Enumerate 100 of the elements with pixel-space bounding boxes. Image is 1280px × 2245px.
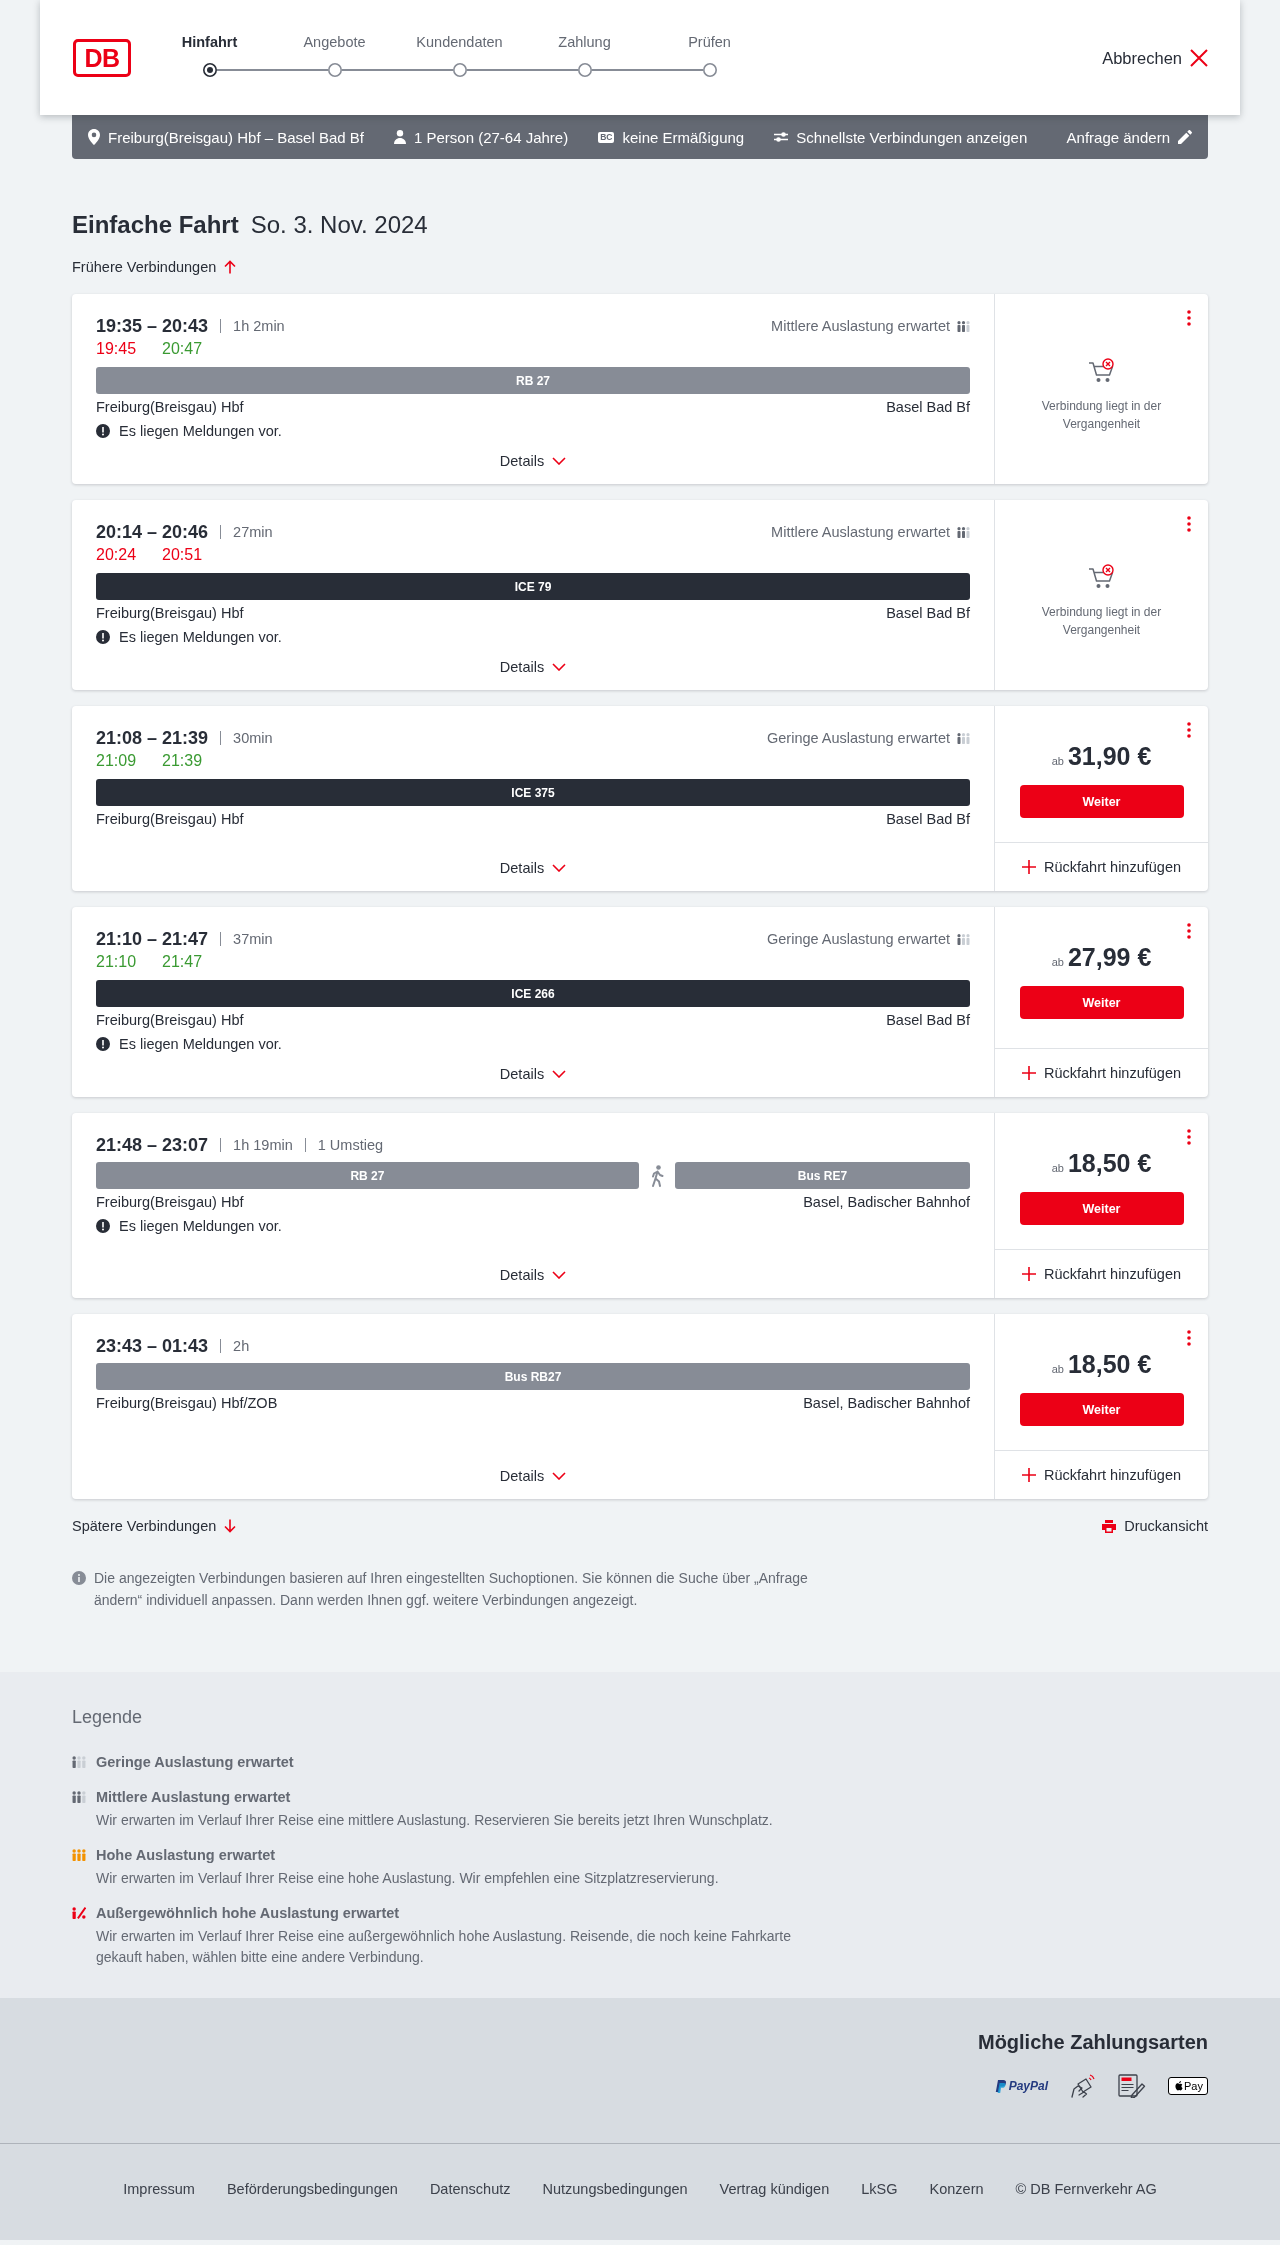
footer-link[interactable]: Impressum — [123, 2179, 195, 2199]
details-button[interactable]: Details — [499, 858, 567, 878]
more-icon — [1187, 1330, 1191, 1346]
plus-icon — [1022, 1066, 1036, 1080]
arrival-station: Basel, Badischer Bahnhof — [803, 1193, 970, 1212]
occupancy-icon — [957, 933, 970, 945]
add-return-trip-button[interactable]: Rückfahrt hinzufügen — [1022, 1063, 1181, 1083]
person-icon — [393, 130, 406, 144]
occupancy-label: Mittlere Auslastung erwartet — [771, 524, 950, 540]
occupancy-icon — [957, 526, 970, 538]
price-prefix: ab — [1051, 956, 1064, 968]
add-return-trip-button[interactable]: Rückfahrt hinzufügen — [1022, 1465, 1181, 1485]
sliders-icon — [774, 132, 789, 142]
realtime-time: 20:51 — [162, 546, 203, 564]
alert-icon — [96, 1219, 110, 1233]
add-return-trip-button[interactable]: Rückfahrt hinzufügen — [1022, 1264, 1181, 1284]
details-button[interactable]: Details — [499, 1466, 567, 1486]
legend-item-title: Geringe Auslastung erwartet — [96, 1753, 295, 1772]
arrow-up-icon — [224, 260, 237, 274]
departure-station: Freiburg(Breisgau) Hbf — [96, 398, 244, 417]
cancel-button[interactable]: Abbrechen — [1102, 46, 1208, 69]
footer-link[interactable]: LkSG — [861, 2179, 898, 2199]
payment-title: Mögliche Zahlungsarten — [977, 2030, 1208, 2055]
step-label: Hinfahrt — [180, 33, 239, 52]
location-pin-icon — [88, 129, 100, 145]
occupancy-label: Geringe Auslastung erwartet — [767, 931, 950, 947]
travel-times: 21:08 – 21:39 — [96, 727, 209, 749]
copyright-text: © DB Fernverkehr AG — [1015, 2180, 1157, 2199]
details-button[interactable]: Details — [499, 657, 567, 677]
legend-item-title: Mittlere Auslastung erwartet — [96, 1788, 292, 1807]
cart-icon — [1087, 358, 1116, 384]
summary-text: Schnellste Verbindungen anzeigen — [796, 128, 1028, 146]
summary-text: 1 Person (27-64 Jahre) — [413, 128, 569, 146]
plus-icon — [1022, 1468, 1036, 1482]
close-icon — [1190, 48, 1208, 67]
realtime-time: 21:47 — [162, 953, 203, 971]
more-icon — [1187, 722, 1191, 738]
pencil-icon — [1178, 130, 1192, 144]
step-label: Prüfen — [687, 33, 732, 52]
continue-button[interactable]: Weiter — [1019, 1192, 1184, 1225]
travel-date: So. 3. Nov. 2024 — [250, 210, 428, 240]
occupancy-icon — [957, 320, 970, 332]
realtime-time: 20:24 — [96, 546, 138, 564]
edit-request-button[interactable]: Anfrage ändern — [1066, 128, 1192, 146]
walking-person-icon — [649, 1164, 664, 1187]
message-text: Es liegen Meldungen vor. — [119, 1035, 282, 1054]
chevron-down-icon — [552, 663, 567, 671]
realtime-time: 19:45 — [96, 340, 138, 358]
price: 18,50 € — [1067, 1149, 1152, 1177]
details-button[interactable]: Details — [499, 1265, 567, 1285]
chevron-down-icon — [552, 864, 567, 872]
details-button[interactable]: Details — [499, 451, 567, 471]
journey-segment: RB 27 — [96, 1162, 639, 1189]
more-icon — [1187, 1129, 1191, 1145]
occupancy-icon — [72, 1791, 86, 1803]
continue-button[interactable]: Weiter — [1019, 1393, 1184, 1426]
arrival-station: Basel Bad Bf — [886, 810, 970, 829]
footer-link[interactable]: Datenschutz — [429, 2179, 511, 2199]
step-label: Zahlung — [557, 33, 612, 52]
departure-station: Freiburg(Breisgau) Hbf/ZOB — [96, 1394, 278, 1413]
step-label: Angebote — [302, 33, 367, 52]
apple-icon — [1173, 2080, 1184, 2092]
cart-icon — [1087, 564, 1116, 590]
footer-link[interactable]: Vertrag kündigen — [719, 2179, 830, 2199]
occupancy-icon — [72, 1756, 86, 1768]
travel-times: 21:10 – 21:47 — [96, 928, 209, 950]
departure-station: Freiburg(Breisgau) Hbf — [96, 810, 244, 829]
travel-duration: 27min — [233, 524, 273, 540]
realtime-time: 20:47 — [162, 340, 203, 358]
journey-segment: ICE 79 — [96, 573, 970, 600]
footer-link[interactable]: Konzern — [929, 2179, 984, 2199]
legend-item-text: Wir erwarten im Verlauf Ihrer Reise eine hohe Auslastung. Wir empfehlen eine Sitzplatzreservierung. — [96, 1869, 720, 1888]
earlier-connections-button[interactable]: Frühere Verbindungen — [72, 257, 237, 277]
legend-item-title: Hohe Auslastung erwartet — [96, 1846, 277, 1865]
chevron-down-icon — [552, 1070, 567, 1078]
travel-duration: 1h 19min — [233, 1137, 293, 1153]
page-title: Einfache Fahrt — [72, 210, 239, 240]
footer-link[interactable]: Beförderungsbedingungen — [226, 2179, 398, 2199]
departure-station: Freiburg(Breisgau) Hbf — [96, 1011, 244, 1030]
travel-times: 20:14 – 20:46 — [96, 521, 209, 543]
departure-station: Freiburg(Breisgau) Hbf — [96, 1193, 244, 1212]
arrival-station: Basel Bad Bf — [886, 398, 970, 417]
legend-item-text: Wir erwarten im Verlauf Ihrer Reise eine mittlere Auslastung. Reservieren Sie bereits jetzt Ihren Wunschplatz. — [96, 1811, 774, 1830]
payment-logo-text: PayPal — [1008, 2079, 1049, 2093]
printer-icon — [1102, 1519, 1117, 1533]
alert-icon — [96, 424, 110, 438]
past-connection-note: Verbindung liegt in der Vergangenheit — [1040, 604, 1163, 639]
travel-duration: 1h 2min — [233, 318, 285, 334]
continue-button[interactable]: Weiter — [1019, 785, 1184, 818]
details-button[interactable]: Details — [499, 1064, 567, 1084]
later-connections-button[interactable]: Spätere Verbindungen — [72, 1516, 237, 1536]
realtime-time: 21:39 — [162, 752, 203, 770]
footer-link[interactable]: Nutzungsbedingungen — [542, 2179, 688, 2199]
print-view-button[interactable]: Druckansicht — [1102, 1516, 1208, 1536]
contactless-payment-icon — [1070, 2074, 1097, 2098]
step-label: Kundendaten — [415, 33, 504, 52]
realtime-time: 21:10 — [96, 953, 138, 971]
continue-button[interactable]: Weiter — [1019, 986, 1184, 1019]
brand-logo[interactable]: DB — [73, 38, 131, 77]
add-return-trip-button[interactable]: Rückfahrt hinzufügen — [1022, 857, 1181, 877]
